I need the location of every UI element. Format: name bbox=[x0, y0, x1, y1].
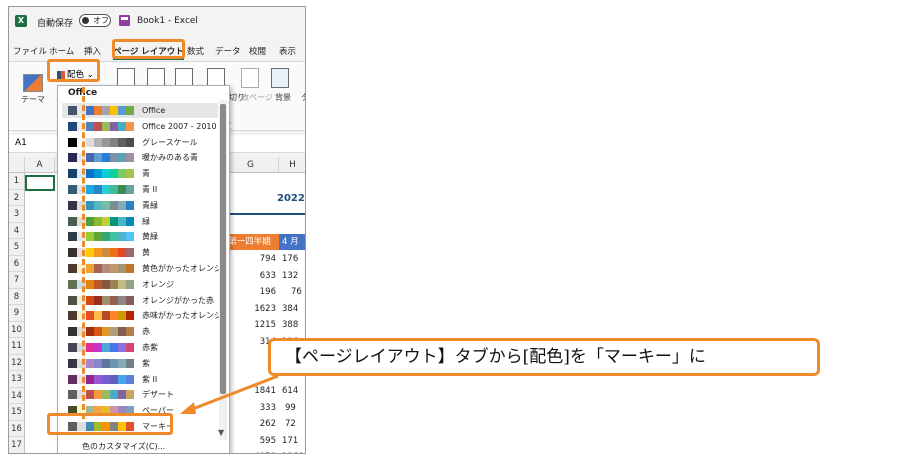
callout-arrow-line bbox=[189, 374, 279, 412]
instruction-callout: 【ページレイアウト】タブから[配色]を「マーキー」に bbox=[268, 338, 820, 376]
callout-arrow bbox=[180, 374, 279, 414]
callout-arrow-head bbox=[180, 402, 196, 414]
